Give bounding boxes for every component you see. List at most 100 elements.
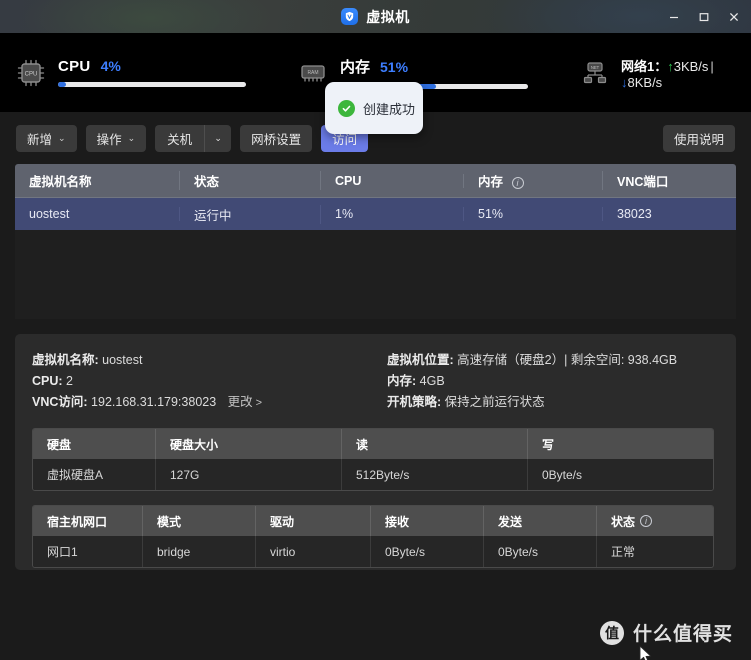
change-vnc-label: 更改 (227, 395, 253, 409)
cell-vm-memory: 51% (464, 207, 603, 221)
shutdown-button[interactable]: 关机 (155, 125, 205, 152)
detail-vnc-value: 192.168.31.179:38023 (91, 395, 217, 409)
help-button[interactable]: 使用说明 (662, 125, 735, 152)
cell-net-rx: 0Byte/s (371, 536, 484, 567)
network-table: 宿主机网口 模式 驱动 接收 发送 状态 i 网口1 bridge virtio… (32, 505, 714, 568)
action-button[interactable]: 操作 ⌄ (85, 125, 147, 152)
success-check-icon (338, 99, 355, 117)
table-row: 虚拟硬盘A 127G 512Byte/s 0Byte/s (33, 459, 713, 490)
add-button[interactable]: 新增 ⌄ (16, 125, 77, 152)
cell-vm-cpu: 1% (321, 207, 464, 221)
main-content: 新增 ⌄ 操作 ⌄ 关机 ⌄ 网桥设置 访问 使用说明 虚拟机名称 状态 CPU… (0, 112, 751, 660)
shutdown-split-button: 关机 ⌄ (155, 125, 232, 152)
disk-table: 硬盘 硬盘大小 读 写 虚拟硬盘A 127G 512Byte/s 0Byte/s (32, 428, 714, 491)
detail-cpu-label: CPU: (32, 374, 63, 388)
title-group: 虚拟机 (341, 7, 410, 27)
network-text: 网络1：↑3KB/s |↓8KB/s (621, 56, 735, 90)
upload-speed: 3KB/s (673, 58, 709, 74)
cell-vm-status: 运行中 (180, 204, 321, 224)
memory-label: 内存 (340, 59, 371, 76)
net-column-header-driver: 驱动 (256, 506, 371, 536)
column-header-memory: 内存 i (464, 171, 603, 190)
network-stat: NET 网络1：↑3KB/s |↓8KB/s (580, 56, 735, 90)
chevron-down-icon: ⌄ (58, 133, 66, 143)
watermark: 值 什么值得买 (599, 619, 733, 646)
svg-text:NET: NET (591, 64, 600, 69)
detail-vnc: VNC访问: 192.168.31.179:38023 更改 > (32, 392, 387, 414)
disk-column-header-size: 硬盘大小 (156, 429, 342, 459)
detail-location: 虚拟机位置: 高速存储（硬盘2）| 剩余空间: 938.4GB (387, 350, 719, 371)
watermark-logo-icon: 值 (599, 620, 624, 645)
vm-table: 虚拟机名称 状态 CPU 内存 i VNC端口 uostest 运行中 1% 5… (15, 164, 736, 230)
detail-info: 虚拟机名称: uostest CPU: 2 VNC访问: 192.168.31.… (32, 350, 719, 414)
vm-detail-panel: 虚拟机名称: uostest CPU: 2 VNC访问: 192.168.31.… (15, 334, 736, 570)
detail-boot-policy: 开机策略: 保持之前运行状态 (387, 392, 719, 413)
detail-right-column: 虚拟机位置: 高速存储（硬盘2）| 剩余空间: 938.4GB 内存: 4GB … (387, 350, 719, 414)
title-bar: 虚拟机 (0, 0, 751, 33)
bridge-settings-label: 网桥设置 (251, 133, 302, 147)
detail-memory-value: 4GB (419, 374, 445, 388)
detail-location-value: 高速存储（硬盘2）| 剩余空间: 938.4GB (457, 353, 678, 367)
column-header-status: 状态 (180, 171, 321, 190)
column-header-vnc-port: VNC端口 (617, 175, 669, 189)
detail-cpu: CPU: 2 (32, 371, 387, 392)
shutdown-dropdown-button[interactable]: ⌄ (205, 125, 232, 152)
column-header-memory-label: 内存 (478, 175, 504, 189)
minimize-icon[interactable] (659, 0, 689, 33)
cpu-block: CPU 4% (58, 58, 246, 87)
cpu-value: 4% (100, 58, 121, 74)
network-icon: NET (580, 58, 610, 88)
info-icon[interactable]: i (511, 176, 524, 189)
network-label: 网络1： (621, 58, 668, 74)
cpu-label: CPU (58, 58, 91, 75)
cell-disk-read: 512Byte/s (342, 459, 528, 490)
net-column-header-port: 宿主机网口 (33, 506, 143, 536)
detail-vm-name-value: uostest (102, 353, 143, 367)
shield-v-icon (341, 8, 359, 25)
column-header-cpu: CPU (321, 173, 464, 188)
cpu-progress-bar (58, 82, 246, 87)
disk-column-header-disk: 硬盘 (33, 429, 156, 459)
bridge-settings-button[interactable]: 网桥设置 (240, 125, 313, 152)
net-column-header-mode: 模式 (143, 506, 256, 536)
change-vnc-link[interactable]: 更改 > (228, 395, 262, 409)
detail-cpu-value: 2 (66, 374, 73, 388)
table-empty-area (15, 230, 736, 319)
detail-vm-name-label: 虚拟机名称: (32, 353, 99, 367)
disk-table-header: 硬盘 硬盘大小 读 写 (33, 429, 713, 459)
net-column-header-status-label: 状态 (611, 514, 636, 529)
cell-disk-size: 127G (156, 459, 342, 490)
network-table-header: 宿主机网口 模式 驱动 接收 发送 状态 i (33, 506, 713, 536)
disk-column-header-write: 写 (542, 437, 555, 452)
add-button-label: 新增 (27, 133, 53, 147)
memory-value: 51% (380, 59, 409, 75)
cpu-chip-icon: CPU (16, 58, 46, 88)
window-controls (659, 0, 749, 33)
cell-net-port: 网口1 (33, 536, 143, 567)
cell-net-tx: 0Byte/s (484, 536, 597, 567)
vm-manager-window: 虚拟机 CPU CPU 4% RAM 内存 51% NET 网络1：↑3KB/s… (0, 0, 751, 660)
cell-vm-name: uostest (15, 207, 180, 221)
info-icon[interactable]: i (640, 515, 653, 527)
shutdown-button-label: 关机 (167, 133, 193, 147)
stats-bar: CPU CPU 4% RAM 内存 51% NET 网络1：↑3KB/s |↓8… (0, 33, 751, 134)
table-row[interactable]: uostest 运行中 1% 51% 38023 (15, 198, 736, 230)
disk-column-header-read: 读 (342, 429, 528, 459)
cell-vm-vnc-port: 38023 (617, 207, 652, 221)
net-column-header-rx: 接收 (371, 506, 484, 536)
success-toast: 创建成功 (325, 82, 423, 134)
help-button-label: 使用说明 (673, 133, 724, 147)
close-icon[interactable] (719, 0, 749, 33)
network-separator: | (710, 58, 714, 74)
cpu-progress-fill (58, 82, 66, 87)
cell-net-status: 正常 (611, 545, 636, 559)
detail-boot-policy-label: 开机策略: (387, 395, 442, 409)
action-button-label: 操作 (96, 133, 122, 147)
cpu-stat: CPU CPU 4% (16, 58, 246, 88)
detail-memory: 内存: 4GB (387, 371, 719, 392)
maximize-icon[interactable] (689, 0, 719, 33)
net-column-header-status: 状态 i (597, 506, 713, 536)
toast-message: 创建成功 (363, 101, 416, 117)
detail-location-label: 虚拟机位置: (387, 353, 454, 367)
detail-left-column: 虚拟机名称: uostest CPU: 2 VNC访问: 192.168.31.… (32, 350, 387, 414)
